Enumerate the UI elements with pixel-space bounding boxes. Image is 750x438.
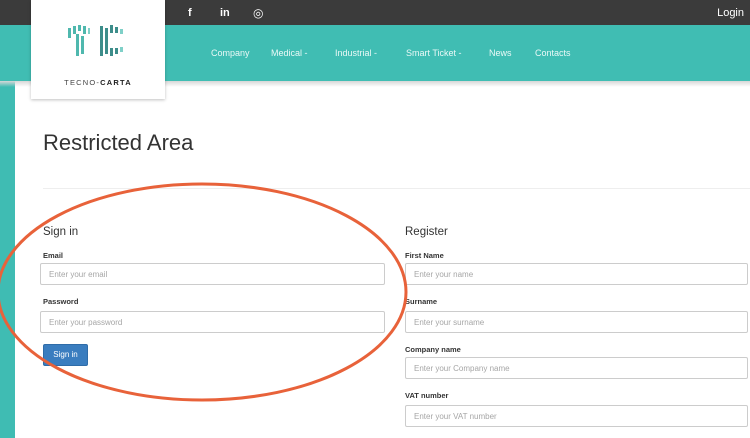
vat-number-field[interactable] <box>405 405 748 427</box>
first-name-field[interactable] <box>405 263 748 285</box>
nav-item-label: Contacts <box>535 48 571 58</box>
brand-logo[interactable]: TECNO-CARTA <box>31 0 165 99</box>
surname-field[interactable] <box>405 311 748 333</box>
nav-item-label: Company <box>211 48 250 58</box>
facebook-icon[interactable]: f <box>188 6 192 20</box>
nav-item-medical[interactable]: Medical - <box>271 47 308 59</box>
brand-wordmark: TECNO-CARTA <box>31 78 165 87</box>
password-field[interactable] <box>40 311 385 333</box>
nav-item-label: Medical <box>271 48 303 58</box>
chevron-down-icon: - <box>374 48 378 58</box>
section-divider <box>43 188 750 189</box>
register-title: Register <box>405 226 448 238</box>
surname-label: Surname <box>405 297 438 306</box>
brand-wordmark-bold: CARTA <box>100 78 132 87</box>
company-name-label: Company name <box>405 345 461 354</box>
logo-mark-icon <box>68 25 123 56</box>
chevron-down-icon: - <box>458 48 462 58</box>
chevron-down-icon: - <box>304 48 308 58</box>
signin-title: Sign in <box>43 226 79 238</box>
linkedin-icon[interactable]: in <box>220 6 230 20</box>
brand-wordmark-light: TECNO- <box>64 78 101 87</box>
nav-item-news[interactable]: News <box>489 47 512 59</box>
first-name-label: First Name <box>405 251 444 260</box>
vat-number-label: VAT number <box>405 391 449 400</box>
nav-item-contacts[interactable]: Contacts <box>535 47 571 59</box>
nav-item-smart-ticket[interactable]: Smart Ticket - <box>406 47 462 59</box>
sign-in-button[interactable]: Sign in <box>43 344 88 366</box>
nav-item-industrial[interactable]: Industrial - <box>335 47 377 59</box>
email-field[interactable] <box>40 263 385 285</box>
login-link[interactable]: Login <box>717 6 744 20</box>
nav-item-label: News <box>489 48 512 58</box>
email-label: Email <box>43 251 64 260</box>
page-title: Restricted Area <box>43 130 194 155</box>
nav-item-company[interactable]: Company <box>211 47 250 59</box>
nav-item-label: Smart Ticket <box>406 48 457 58</box>
company-name-field[interactable] <box>405 357 748 379</box>
password-label: Password <box>43 297 79 306</box>
instagram-icon[interactable]: ◎ <box>253 6 263 20</box>
nav-item-label: Industrial <box>335 48 372 58</box>
